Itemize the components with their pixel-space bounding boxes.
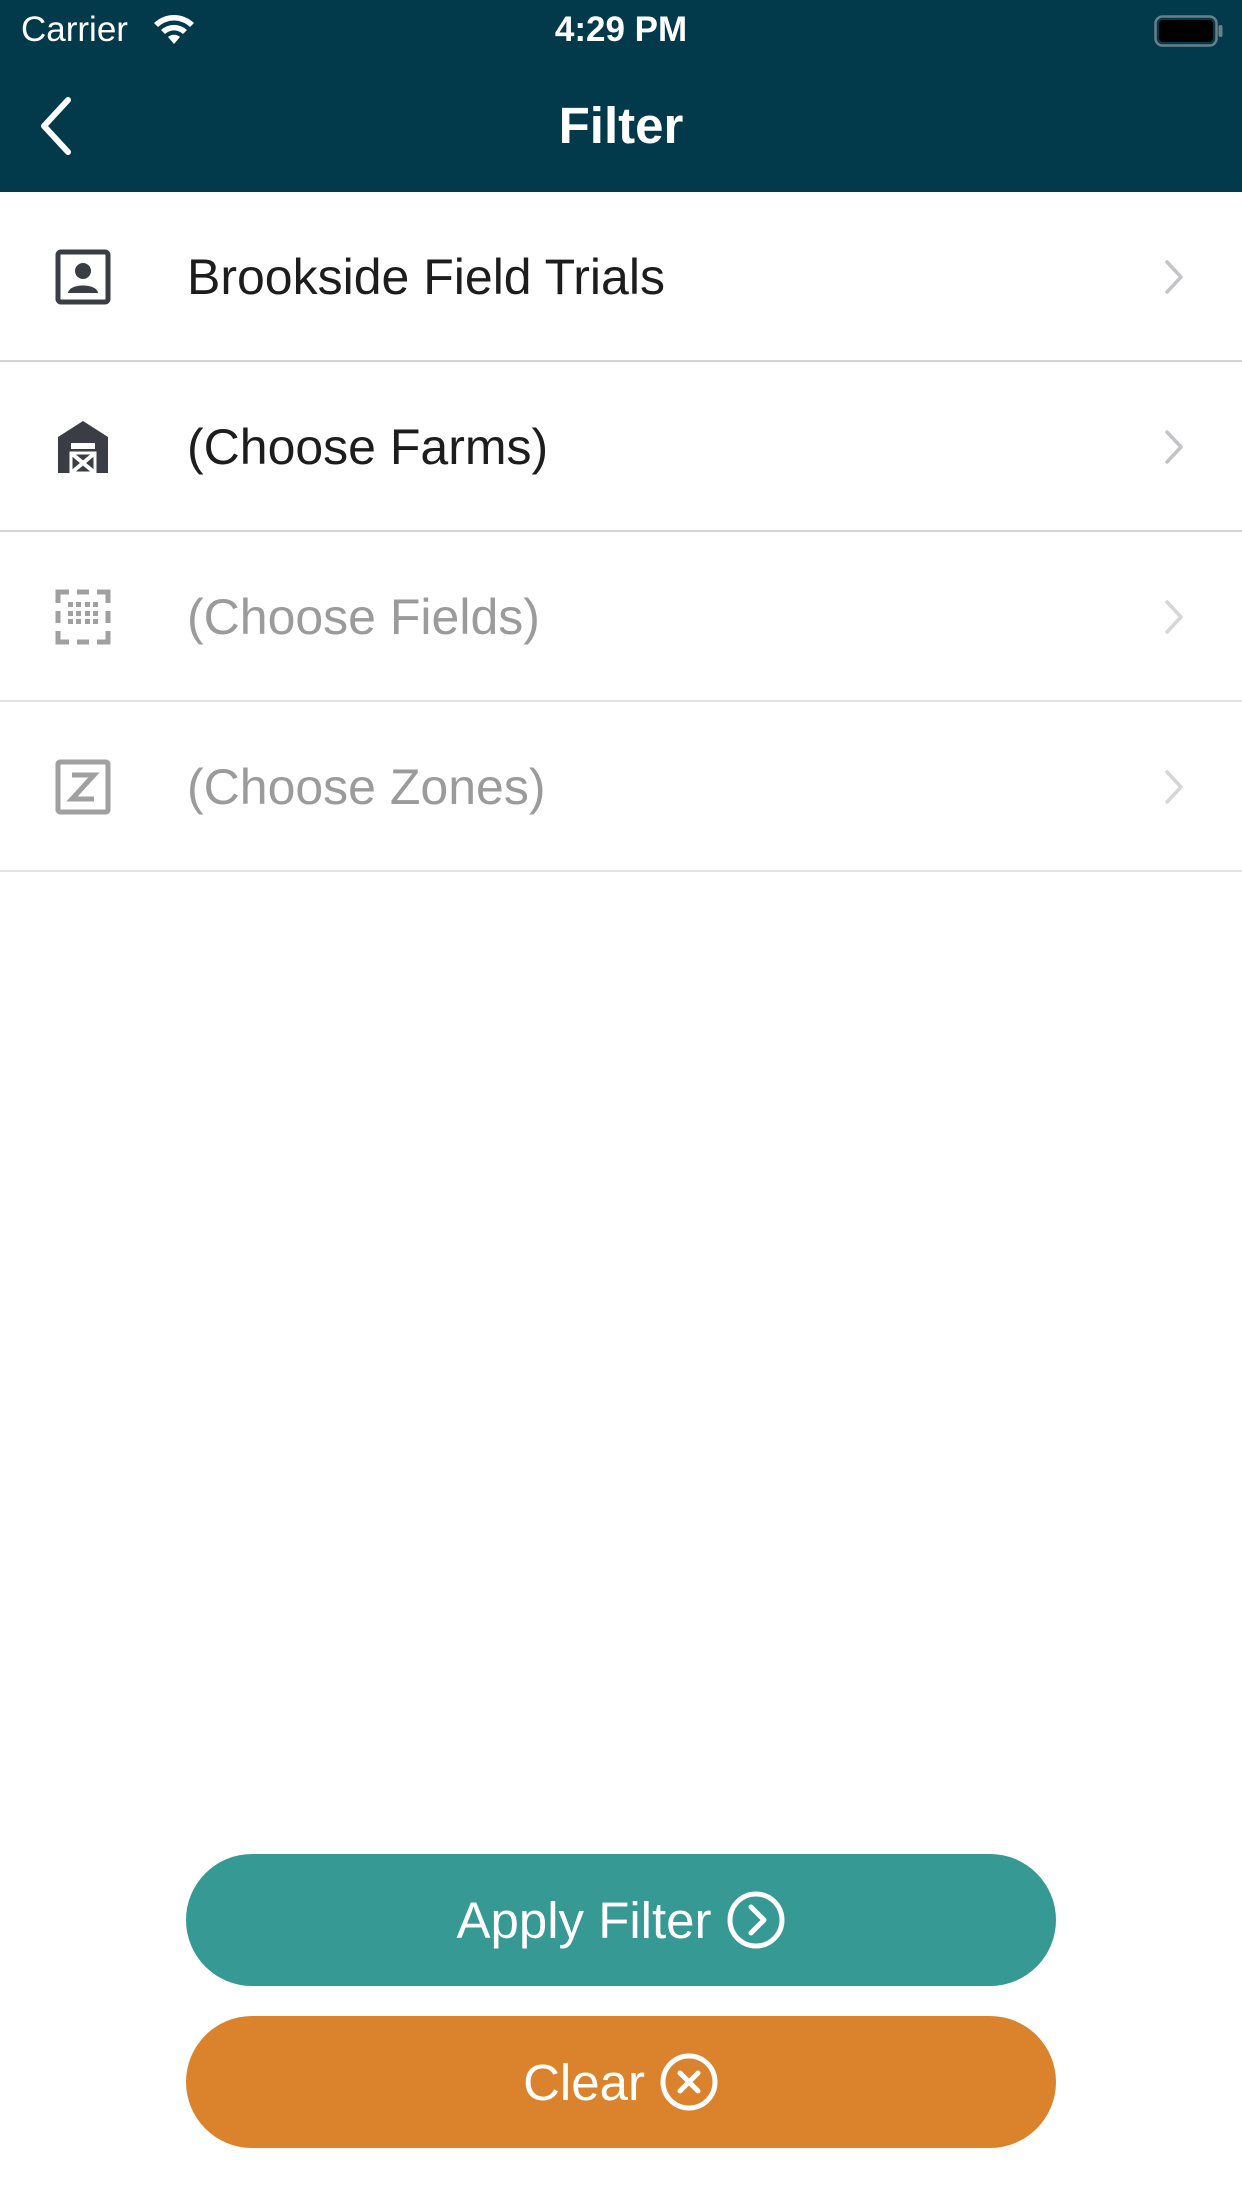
x-circle-icon	[660, 2053, 718, 2111]
chevron-right-icon	[1165, 600, 1183, 634]
apply-filter-label: Apply Filter	[456, 1891, 712, 1949]
nav-bar: Filter	[0, 60, 1242, 192]
status-bar: Carrier 4:29 PM	[0, 0, 1242, 60]
barn-icon	[58, 421, 108, 475]
zone-z-icon	[55, 759, 111, 815]
field-grid-icon	[55, 589, 111, 645]
chevron-right-icon	[1165, 430, 1183, 464]
clear-label: Clear	[523, 2053, 645, 2111]
row-label: (Choose Zones)	[187, 759, 546, 815]
row-label: (Choose Fields)	[187, 589, 540, 645]
battery-icon	[1154, 15, 1223, 47]
arrow-circle-right-icon	[727, 1891, 785, 1949]
row-label: Brookside Field Trials	[187, 249, 665, 305]
header: Carrier 4:29 PM Filter	[0, 0, 1242, 192]
filter-screen: Carrier 4:29 PM Filter Brookside Field T…	[0, 0, 1242, 2208]
clear-button[interactable]: Clear	[186, 2016, 1056, 2148]
filter-list: Brookside Field Trials (Choose Farms) (C…	[0, 192, 1242, 872]
status-time: 4:29 PM	[554, 10, 688, 49]
row-label: (Choose Farms)	[187, 419, 549, 475]
filter-row-fields[interactable]: (Choose Fields)	[0, 532, 1242, 702]
contact-card-icon	[55, 249, 111, 305]
chevron-right-icon	[1165, 770, 1183, 804]
filter-row-organization[interactable]: Brookside Field Trials	[0, 192, 1242, 362]
apply-filter-button[interactable]: Apply Filter	[186, 1854, 1056, 1986]
filter-row-zones[interactable]: (Choose Zones)	[0, 702, 1242, 872]
page-title: Filter	[558, 97, 684, 154]
filter-row-farms[interactable]: (Choose Farms)	[0, 362, 1242, 532]
chevron-right-icon	[1165, 260, 1183, 294]
